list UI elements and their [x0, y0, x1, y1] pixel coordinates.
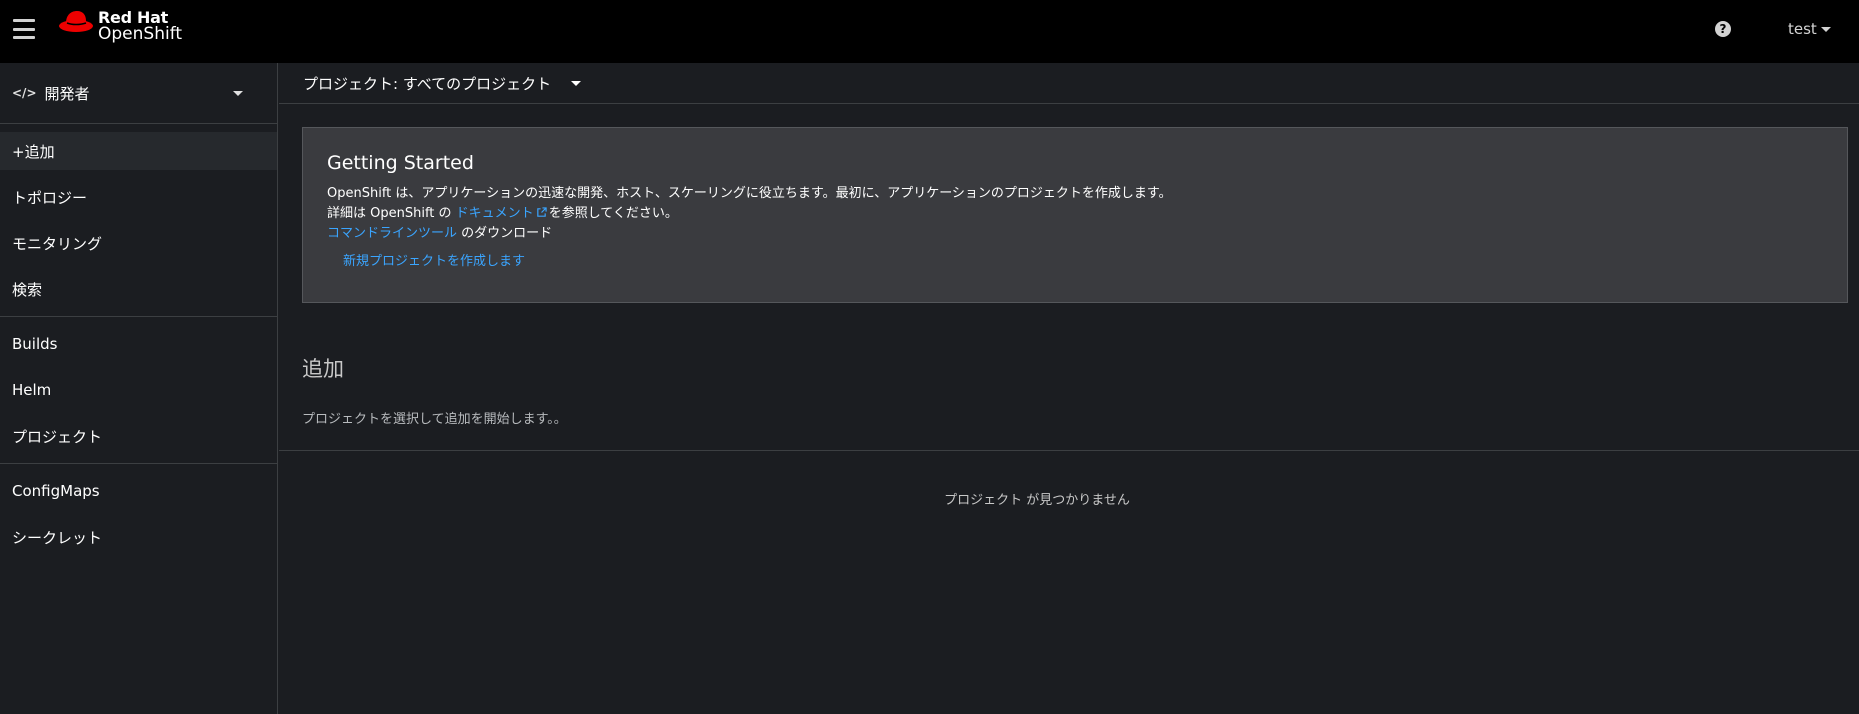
section-divider — [279, 450, 1859, 451]
code-icon: </> — [12, 86, 37, 100]
nav-group-primary: +追加 トポロジー モニタリング 検索 — [0, 124, 277, 317]
sidebar-item-project[interactable]: プロジェクト — [0, 417, 277, 455]
user-menu-toggle[interactable]: test — [1788, 20, 1831, 38]
sidebar-item-configmaps[interactable]: ConfigMaps — [0, 472, 277, 510]
sidebar-item-builds[interactable]: Builds — [0, 325, 277, 363]
sidebar: </> 開発者 +追加 トポロジー モニタリング 検索 Builds Helm … — [0, 63, 278, 714]
caret-down-icon — [571, 80, 582, 86]
cli-tools-link[interactable]: コマンドラインツール — [327, 226, 457, 241]
getting-started-title: Getting Started — [327, 152, 474, 174]
perspective-label: 開発者 — [44, 84, 90, 103]
project-selector-label: プロジェクト: すべてのプロジェクト — [303, 74, 552, 93]
empty-state-message: プロジェクト が見つかりません — [944, 493, 1130, 508]
documentation-link[interactable]: ドキュメント — [456, 206, 534, 221]
docs-prefix: 詳細は OpenShift の — [327, 206, 456, 221]
add-page-title: 追加 — [302, 357, 344, 381]
perspective-switcher[interactable]: </> 開発者 — [0, 63, 277, 124]
project-bar: プロジェクト: すべてのプロジェクト — [279, 63, 1859, 104]
redhat-fedora-icon — [59, 11, 93, 32]
sidebar-item-secrets[interactable]: シークレット — [0, 518, 277, 556]
caret-down-icon — [1820, 26, 1831, 32]
external-link-icon — [536, 207, 547, 217]
nav-group-config: ConfigMaps シークレット — [0, 464, 277, 564]
cli-suffix: のダウンロード — [457, 226, 553, 241]
nav-group-resources: Builds Helm プロジェクト — [0, 317, 277, 464]
sidebar-item-topology[interactable]: トポロジー — [0, 178, 277, 216]
sidebar-item-monitoring[interactable]: モニタリング — [0, 224, 277, 262]
sidebar-item-add[interactable]: +追加 — [0, 132, 277, 170]
getting-started-cli-line: コマンドラインツール のダウンロード — [327, 224, 1823, 244]
brand-line2: OpenShift — [98, 24, 183, 44]
sidebar-item-search[interactable]: 検索 — [0, 270, 277, 308]
main-content: プロジェクト: すべてのプロジェクト Getting Started OpenS… — [279, 63, 1859, 714]
getting-started-card: Getting Started OpenShift は、アプリケーションの迅速な… — [302, 127, 1848, 303]
docs-suffix: を参照してください。 — [548, 206, 678, 221]
add-page-description: プロジェクトを選択して追加を開始します。。 — [302, 412, 567, 427]
getting-started-docs-line: 詳細は OpenShift の ドキュメント を参照してください。 — [327, 204, 1823, 224]
getting-started-intro: OpenShift は、アプリケーションの迅速な開発、ホスト、スケーリングに役立… — [327, 186, 1172, 201]
user-name: test — [1788, 20, 1817, 38]
nav-toggle-hamburger-icon[interactable] — [13, 19, 35, 39]
brand-logo[interactable]: Red Hat OpenShift — [58, 9, 182, 43]
masthead: Red Hat OpenShift ? test — [0, 0, 1859, 63]
help-question-icon[interactable]: ? — [1715, 21, 1731, 37]
caret-down-icon — [233, 91, 243, 96]
project-selector[interactable]: プロジェクト: すべてのプロジェクト — [303, 73, 582, 94]
sidebar-item-helm[interactable]: Helm — [0, 371, 277, 409]
create-project-link[interactable]: 新規プロジェクトを作成します — [343, 250, 525, 269]
